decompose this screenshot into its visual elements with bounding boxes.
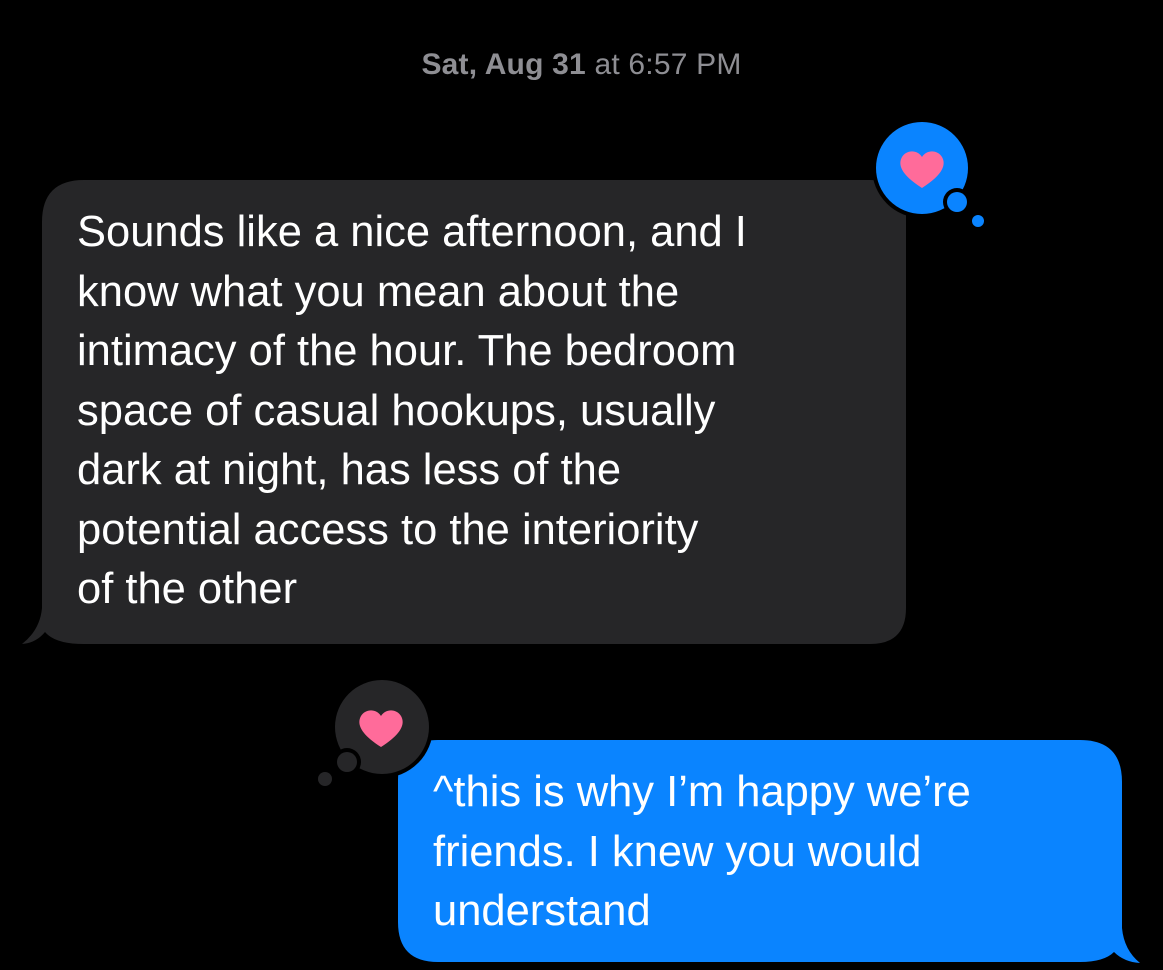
outgoing-tapback-reaction[interactable] — [300, 665, 440, 795]
outgoing-message-text: ^this is why I’m happy we’re friends. I … — [433, 768, 971, 935]
outgoing-message-bubble[interactable]: ^this is why I’m happy we’re friends. I … — [0, 0, 1163, 970]
